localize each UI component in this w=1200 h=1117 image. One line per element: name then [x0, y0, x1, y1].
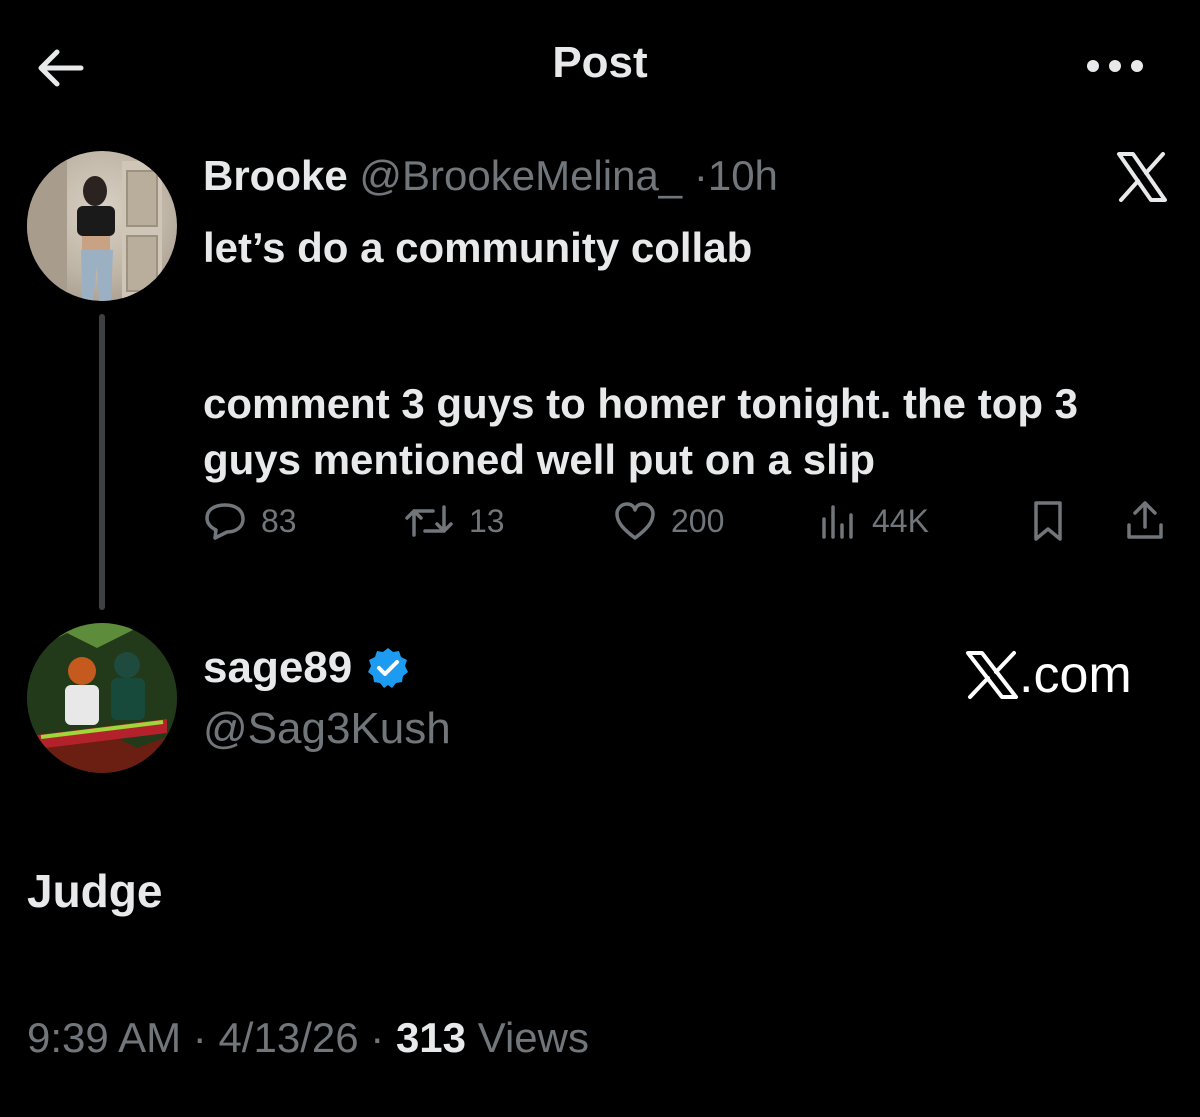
reply-timestamp-row: 9:39 AM · 4/13/26 · 313 Views	[27, 1014, 589, 1062]
page-title: Post	[552, 38, 648, 87]
share-button[interactable]	[1123, 496, 1167, 546]
reply-date[interactable]: 4/13/26	[218, 1014, 358, 1061]
reply-author-display-name[interactable]: sage89	[203, 643, 352, 693]
reply-views-count: 313	[395, 1014, 467, 1061]
avatar-brooke[interactable]	[27, 151, 177, 301]
like-button[interactable]: 200	[613, 496, 724, 546]
reply-text: Judge	[27, 865, 163, 917]
repost-arrows-icon	[405, 505, 453, 537]
author-display-name[interactable]: Brooke	[203, 152, 348, 199]
heart-icon	[615, 502, 655, 540]
share-upload-icon	[1127, 501, 1163, 539]
avatar-photo	[27, 151, 162, 301]
reply-button[interactable]: 83	[203, 496, 297, 546]
post-action-bar: 83 13 200 44K	[203, 496, 1173, 546]
more-options-button[interactable]	[1080, 46, 1150, 86]
footer-separator: ·	[370, 1014, 385, 1061]
avatar-sage89[interactable]	[27, 623, 177, 773]
post-text-line: comment 3 guys to homer tonight. the top…	[203, 380, 1079, 483]
thread-connector-line	[99, 314, 105, 610]
reply-author-handle[interactable]: @Sag3Kush	[203, 704, 451, 754]
views-count: 44K	[872, 502, 929, 539]
footer-separator: ·	[192, 1014, 207, 1061]
post-text: let’s do a community collab comment 3 gu…	[203, 220, 1183, 488]
bookmark-button[interactable]	[1028, 496, 1068, 546]
x-logo-icon	[1117, 152, 1167, 202]
x-logo-icon	[966, 651, 1018, 699]
meta-separator: ·	[693, 152, 708, 199]
repost-button[interactable]: 13	[403, 496, 505, 546]
reply-author-name-row: sage89	[203, 643, 410, 693]
post-meta: Brooke @BrookeMelina_ ·10h	[203, 152, 778, 200]
x-com-watermark: .com	[965, 645, 1132, 705]
post-time[interactable]: 10h	[708, 152, 778, 199]
speech-bubble-icon	[205, 503, 245, 540]
like-count: 200	[671, 502, 725, 539]
post-text-line: let’s do a community collab	[203, 224, 753, 271]
x-brand-logo	[1110, 150, 1174, 204]
more-horizontal-icon	[1087, 60, 1143, 72]
views-button[interactable]: 44K	[818, 496, 929, 546]
arrow-left-icon	[38, 49, 84, 87]
reply-count: 83	[261, 502, 297, 539]
reply-views-label: Views	[477, 1014, 589, 1061]
x-com-label: .com	[1019, 646, 1132, 704]
reply-time[interactable]: 9:39 AM	[27, 1014, 181, 1061]
author-handle[interactable]: @BrookeMelina_	[359, 152, 682, 199]
bar-chart-icon	[822, 505, 853, 539]
back-button[interactable]	[30, 40, 90, 96]
avatar-football-graphic	[27, 623, 177, 773]
verified-badge-icon	[368, 648, 409, 688]
repost-count: 13	[469, 502, 505, 539]
bookmark-icon	[1034, 501, 1062, 541]
